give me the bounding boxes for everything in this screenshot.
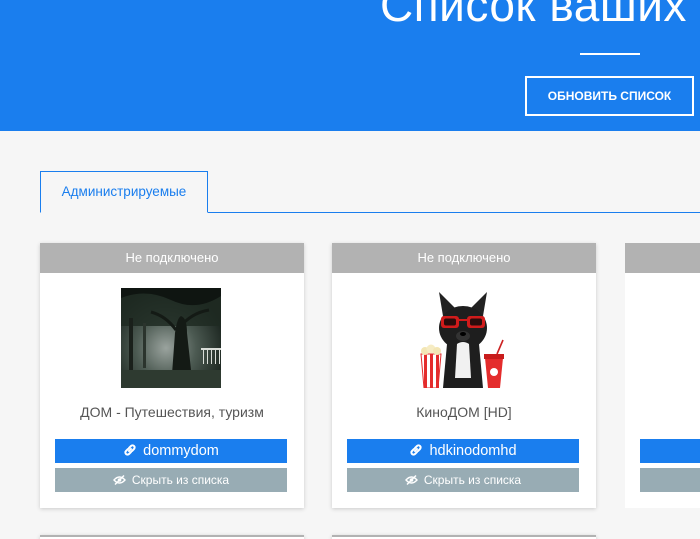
- channel-thumbnail: [413, 288, 513, 388]
- channel-username: dommydom: [143, 443, 219, 459]
- title-divider: [580, 53, 640, 55]
- channel-name: ДОМ - Путешествия, туризм: [80, 404, 264, 420]
- channel-card: Не подключено: [332, 243, 596, 508]
- channel-link-button[interactable]: [640, 439, 700, 463]
- channel-thumbnail: [121, 288, 221, 388]
- page-header: Список ваших каналов ОБНОВИТЬ СПИСОК: [0, 0, 700, 131]
- channel-card: Не подключено: [40, 243, 304, 508]
- channel-name: КиноДОМ [HD]: [416, 404, 512, 420]
- link-icon: [410, 444, 423, 456]
- channel-link-button[interactable]: hdkinodomhd: [347, 439, 579, 463]
- channel-card-next-row: [40, 535, 304, 539]
- hide-label: Скрыть из списка: [423, 473, 522, 487]
- channel-card: [625, 243, 700, 508]
- connection-status: Не подключено: [40, 243, 304, 273]
- link-icon: [124, 444, 136, 456]
- channel-card-next-row: [332, 535, 596, 539]
- card-body: [625, 243, 700, 508]
- hide-label: Скрыть из списка: [131, 473, 230, 487]
- hide-from-list-button[interactable]: [640, 468, 700, 492]
- connection-status: [625, 243, 700, 273]
- hide-from-list-button[interactable]: Скрыть из списка: [55, 468, 287, 492]
- eye-slash-icon: [404, 474, 418, 485]
- channel-username: hdkinodomhd: [429, 443, 517, 459]
- forest-image: [121, 288, 221, 388]
- eye-slash-icon: [112, 474, 126, 485]
- refresh-list-button[interactable]: ОБНОВИТЬ СПИСОК: [525, 76, 694, 116]
- bulldog-popcorn-image: [413, 288, 513, 388]
- page-title: Список ваших каналов: [380, 0, 700, 31]
- channel-link-button[interactable]: dommydom: [55, 439, 287, 463]
- hide-from-list-button[interactable]: Скрыть из списка: [347, 468, 579, 492]
- connection-status: Не подключено: [332, 243, 596, 273]
- tab-administered[interactable]: Администрируемые: [40, 171, 208, 213]
